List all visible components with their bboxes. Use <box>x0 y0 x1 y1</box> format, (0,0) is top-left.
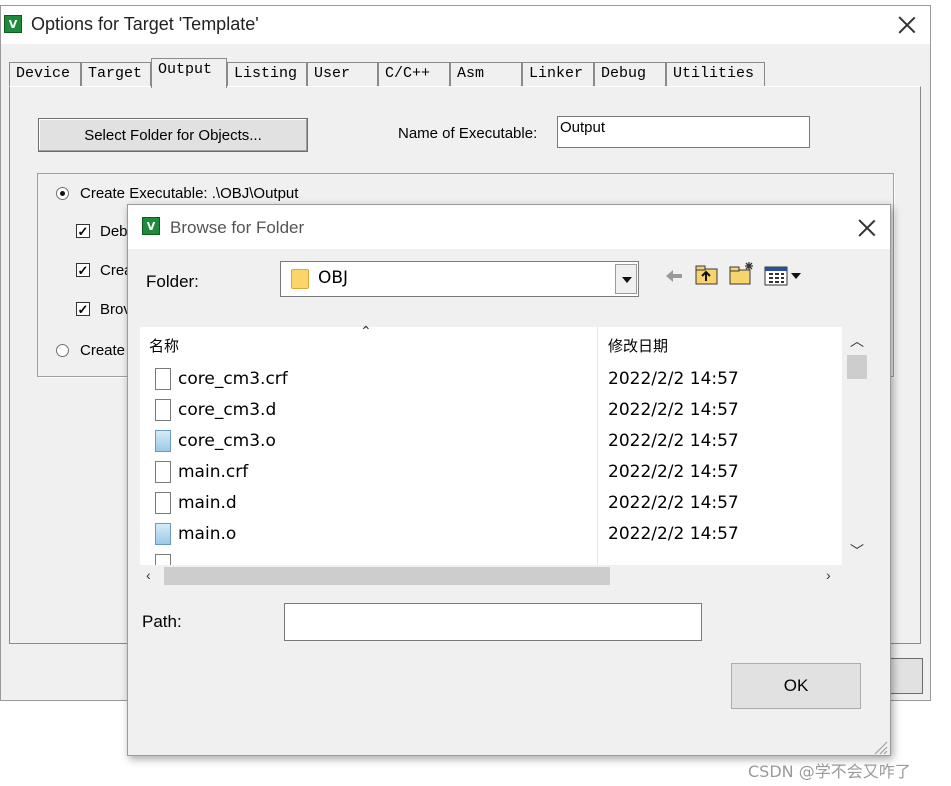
file-name: main.crf <box>178 462 249 482</box>
tab-utilities[interactable]: Utilities <box>666 62 765 86</box>
scroll-right-icon[interactable]: › <box>826 567 831 583</box>
vertical-scroll-thumb[interactable] <box>847 355 867 379</box>
file-name: main.o <box>178 524 237 544</box>
browse-folder-dialog: V Browse for Folder Folder: OBJ 名称 ⌃ 修改日… <box>127 204 891 756</box>
close-icon[interactable] <box>854 215 880 241</box>
up-folder-icon[interactable] <box>694 263 720 287</box>
tab-target[interactable]: Target <box>81 62 151 86</box>
file-date: 2022/2/2 14:57 <box>608 493 739 513</box>
create-library-radio[interactable] <box>56 344 69 357</box>
file-date: 2022/2/2 14:57 <box>608 431 739 451</box>
tab-user[interactable]: User <box>307 62 378 86</box>
file-date: 2022/2/2 14:57 <box>608 400 739 420</box>
path-label: Path: <box>142 612 182 631</box>
object-file-icon <box>155 430 171 452</box>
name-of-executable-label: Name of Executable: <box>398 125 538 142</box>
tab-debug[interactable]: Debug <box>594 62 666 86</box>
tab-c-cpp[interactable]: C/C++ <box>378 62 450 86</box>
csdn-watermark: CSDN @学不会又咋了 <box>748 762 911 781</box>
file-icon <box>155 554 171 565</box>
column-name-header[interactable]: 名称 <box>149 335 179 356</box>
list-item-partial[interactable] <box>140 551 842 565</box>
list-item[interactable]: main.d 2022/2/2 14:57 <box>140 489 842 520</box>
folder-combobox[interactable]: OBJ <box>280 261 639 297</box>
keil-app-icon: V <box>4 15 22 33</box>
scroll-down-icon[interactable]: ﹀ <box>850 541 864 561</box>
browse-info-checkbox[interactable]: ✓ <box>76 302 90 316</box>
folder-icon <box>291 269 309 289</box>
options-window-title: Options for Target 'Template' <box>31 14 259 34</box>
select-folder-button[interactable]: Select Folder for Objects... <box>38 118 308 152</box>
file-icon <box>155 492 171 514</box>
create-hex-checkbox[interactable]: ✓ <box>76 263 90 277</box>
folder-value: OBJ <box>318 268 349 288</box>
file-icon <box>155 368 171 390</box>
scroll-left-icon[interactable]: ‹ <box>146 567 151 583</box>
file-icon <box>155 461 171 483</box>
create-executable-label: Create Executable: .\OBJ\Output <box>80 185 299 202</box>
horizontal-scrollbar[interactable]: ‹ › <box>140 565 842 587</box>
list-item[interactable]: main.o 2022/2/2 14:57 <box>140 520 842 551</box>
object-file-icon <box>155 523 171 545</box>
file-date: 2022/2/2 14:57 <box>608 524 739 544</box>
list-header: 名称 ⌃ 修改日期 <box>140 323 842 565</box>
list-item[interactable]: core_cm3.crf 2022/2/2 14:57 <box>140 365 842 396</box>
debug-info-label: Deb <box>100 223 128 240</box>
file-icon <box>155 399 171 421</box>
file-date: 2022/2/2 14:57 <box>608 462 739 482</box>
ok-button[interactable]: OK <box>731 663 861 709</box>
new-folder-icon[interactable] <box>728 260 756 287</box>
close-icon[interactable] <box>894 12 920 38</box>
file-name: main.d <box>178 493 237 513</box>
view-menu-icon[interactable] <box>764 265 808 287</box>
options-title-bar: V Options for Target 'Template' <box>1 6 930 44</box>
list-item[interactable]: core_cm3.o 2022/2/2 14:57 <box>140 427 842 458</box>
tab-output[interactable]: Output <box>151 58 227 88</box>
keil-app-icon: V <box>142 217 160 235</box>
browse-dialog-title: Browse for Folder <box>170 218 305 237</box>
debug-info-checkbox[interactable]: ✓ <box>76 224 90 238</box>
chevron-down-icon[interactable] <box>615 264 637 294</box>
list-item[interactable]: core_cm3.d 2022/2/2 14:57 <box>140 396 842 427</box>
tab-linker[interactable]: Linker <box>522 62 594 86</box>
folder-label: Folder: <box>146 272 199 291</box>
list-item[interactable]: main.crf 2022/2/2 14:57 <box>140 458 842 489</box>
file-name: core_cm3.crf <box>178 369 288 389</box>
horizontal-scroll-thumb[interactable] <box>164 567 610 585</box>
create-library-label: Create <box>80 342 126 359</box>
tab-asm[interactable]: Asm <box>450 62 522 86</box>
tab-device[interactable]: Device <box>9 62 81 86</box>
file-name: core_cm3.d <box>178 400 277 420</box>
tab-listing[interactable]: Listing <box>227 62 307 86</box>
name-of-executable-field[interactable]: Output <box>557 116 810 148</box>
back-arrow-icon[interactable] <box>663 265 685 287</box>
browse-title-bar: V Browse for Folder <box>128 205 890 249</box>
column-date-header[interactable]: 修改日期 <box>608 335 668 356</box>
sort-ascending-icon: ⌃ <box>360 323 372 339</box>
resize-grip-icon[interactable] <box>872 739 888 755</box>
create-executable-radio[interactable] <box>56 187 69 200</box>
file-name: core_cm3.o <box>178 431 276 451</box>
file-list: 名称 ⌃ 修改日期 core_cm3.crf 2022/2/2 14:57 co… <box>140 323 872 565</box>
vertical-scrollbar[interactable]: ︿ ﹀ <box>842 327 872 565</box>
scroll-up-icon[interactable]: ︿ <box>850 331 864 351</box>
file-date: 2022/2/2 14:57 <box>608 369 739 389</box>
path-field[interactable] <box>284 603 702 641</box>
